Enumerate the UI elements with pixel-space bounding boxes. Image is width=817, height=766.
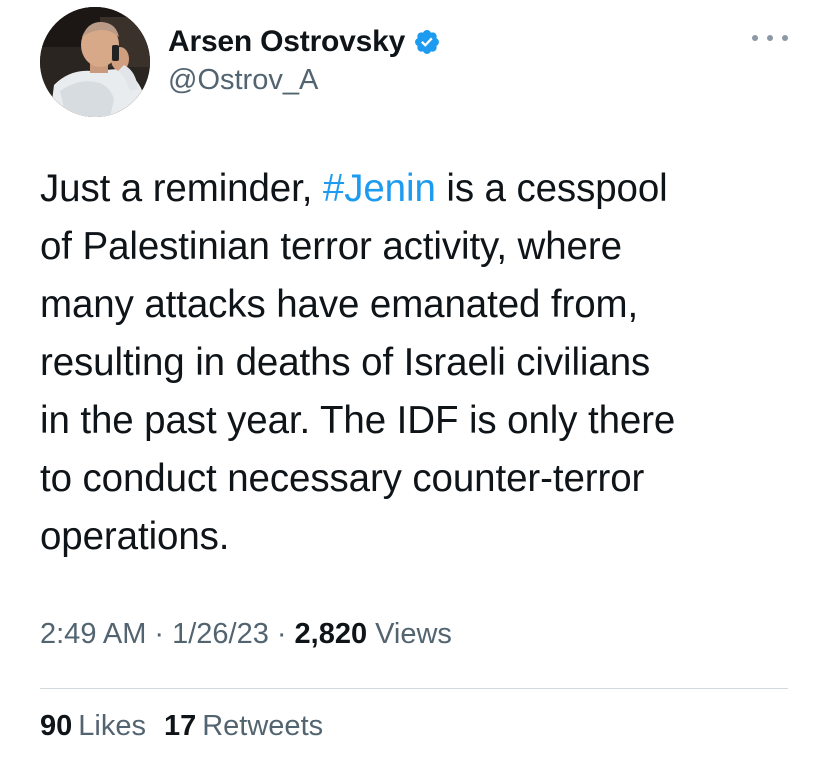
tweet-text-segment: Just a reminder,: [40, 167, 323, 210]
meta-separator: ·: [276, 618, 287, 650]
avatar[interactable]: [40, 7, 150, 117]
tweet-date[interactable]: 1/26/23: [172, 618, 269, 651]
display-name: Arsen Ostrovsky: [168, 25, 406, 58]
tweet-meta: 2:49 AM · 1/26/23 · 2,820 Views: [40, 618, 452, 651]
retweets-count: 17: [163, 710, 197, 742]
retweets-stat[interactable]: 17 Retweets: [164, 710, 323, 743]
tweet-line: many attacks have emanated from,: [40, 283, 639, 326]
tweet-time[interactable]: 2:49 AM: [40, 618, 146, 651]
likes-stat[interactable]: 90 Likes: [40, 710, 146, 743]
profile-photo: [40, 7, 150, 117]
tweet-line: operations.: [40, 515, 230, 558]
tweet-card: Arsen Ostrovsky @Ostrov_A Just a reminde…: [0, 0, 817, 766]
meta-separator: ·: [154, 618, 165, 650]
more-options-icon[interactable]: [752, 28, 788, 48]
tweet-line: of Palestinian terror activity, where: [40, 225, 622, 268]
tweet-line: Just a reminder, #Jenin is a cesspool: [40, 160, 800, 218]
tweet-text-segment: is a cesspool: [435, 167, 668, 210]
user-name-row[interactable]: Arsen Ostrovsky: [168, 22, 441, 62]
more-dot: [752, 35, 758, 41]
tweet-text: Just a reminder, #Jenin is a cesspool of…: [40, 160, 800, 566]
tweet-line: to conduct necessary counter-terror: [40, 457, 645, 500]
views-label: Views: [375, 618, 452, 650]
user-handle[interactable]: @Ostrov_A: [168, 64, 318, 97]
more-dot: [782, 35, 788, 41]
engagement-stats: 90 Likes 17 Retweets: [40, 710, 341, 743]
views-count: 2,820: [294, 618, 368, 650]
hashtag-link[interactable]: #Jenin: [323, 167, 436, 210]
more-dot: [767, 35, 773, 41]
likes-count: 90: [40, 710, 73, 742]
tweet-line: in the past year. The IDF is only there: [40, 399, 676, 442]
verified-badge-icon: [413, 28, 441, 56]
tweet-line: resulting in deaths of Israeli civilians: [40, 341, 651, 384]
retweets-label: Retweets: [202, 710, 324, 742]
divider: [40, 688, 788, 689]
likes-label: Likes: [78, 710, 146, 742]
